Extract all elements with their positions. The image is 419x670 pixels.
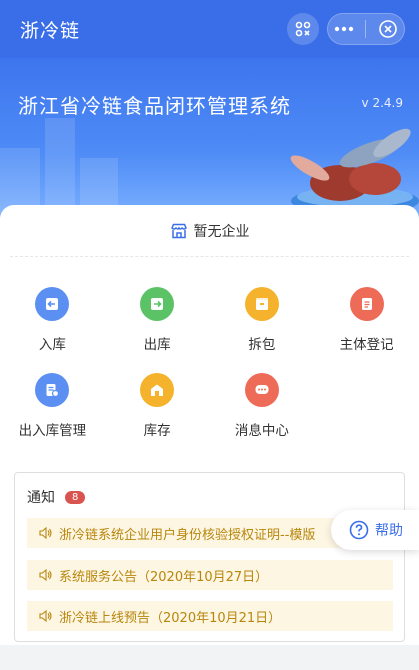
speaker-icon — [39, 527, 52, 539]
outbound-icon — [140, 287, 175, 321]
notice-header: 通知 8 — [27, 487, 86, 507]
menu-item-outbound[interactable]: 出库 — [105, 287, 210, 353]
help-button[interactable]: 帮助 — [331, 510, 419, 550]
company-label: 暂无企业 — [193, 223, 250, 240]
banner: 浙江省冷链食品闭环管理系统 v 2.4.9 — [0, 58, 419, 218]
company-selector[interactable]: 暂无企业 — [10, 205, 409, 257]
menu-item-message[interactable]: 消息中心 — [210, 373, 315, 439]
menu-item-label: 消息中心 — [234, 423, 289, 439]
notice-text: 浙冷链系统企业用户身份核验授权证明--模版 — [59, 527, 316, 543]
scan-button[interactable] — [287, 13, 319, 45]
capsule-divider — [365, 20, 367, 38]
question-icon — [349, 520, 369, 540]
close-icon[interactable] — [378, 19, 398, 39]
scan-icon — [295, 21, 311, 37]
help-label: 帮助 — [375, 523, 403, 539]
menu-item-label: 拆包 — [248, 337, 276, 353]
menu-item-unpack[interactable]: 拆包 — [210, 287, 315, 353]
notice-text: 浙冷链上线预告（2020年10月21日） — [59, 610, 282, 626]
notice-text: 系统服务公告（2020年10月27日） — [59, 569, 269, 585]
menu-item-label: 库存 — [143, 423, 171, 439]
store-icon — [170, 223, 187, 238]
register-icon — [349, 287, 384, 321]
menu-grid: 入库 出库 拆包 主体登记 出入库管理 库存 消息中心 — [0, 287, 419, 439]
system-title: 浙江省冷链食品闭环管理系统 — [18, 94, 291, 118]
notice-item[interactable]: 系统服务公告（2020年10月27日） — [27, 560, 393, 590]
menu-item-inbound[interactable]: 入库 — [0, 287, 105, 353]
menu-capsule — [327, 13, 405, 45]
notice-item[interactable]: 浙冷链上线预告（2020年10月21日） — [27, 601, 393, 631]
inventory-icon — [140, 373, 175, 407]
menu-item-register[interactable]: 主体登记 — [314, 287, 419, 353]
inbound-icon — [35, 287, 70, 321]
unread-badge: 8 — [65, 490, 86, 504]
seafood-illustration — [290, 128, 419, 215]
manage-icon — [35, 373, 70, 407]
menu-item-manage[interactable]: 出入库管理 — [0, 373, 105, 439]
main-card: 暂无企业 入库 出库 拆包 主体登记 出入库管理 库存 消息中心 通知 8 浙冷… — [0, 205, 419, 645]
building-decoration — [45, 118, 75, 218]
menu-item-inventory[interactable]: 库存 — [105, 373, 210, 439]
navbar: 浙冷链 — [0, 0, 419, 58]
app-title: 浙冷链 — [20, 19, 81, 42]
speaker-icon — [39, 610, 52, 622]
unpack-icon — [244, 287, 279, 321]
more-icon[interactable] — [334, 26, 354, 32]
version-label: v 2.4.9 — [361, 96, 403, 110]
notice-panel: 通知 8 浙冷链系统企业用户身份核验授权证明--模版 系统服务公告（2020年1… — [14, 472, 405, 642]
speaker-icon — [39, 569, 52, 581]
notice-title: 通知 — [27, 490, 55, 506]
message-icon — [244, 373, 279, 407]
menu-item-label: 入库 — [38, 337, 66, 353]
menu-item-label: 出库 — [143, 337, 171, 353]
menu-item-label: 主体登记 — [339, 337, 394, 353]
menu-item-label: 出入库管理 — [18, 423, 87, 439]
